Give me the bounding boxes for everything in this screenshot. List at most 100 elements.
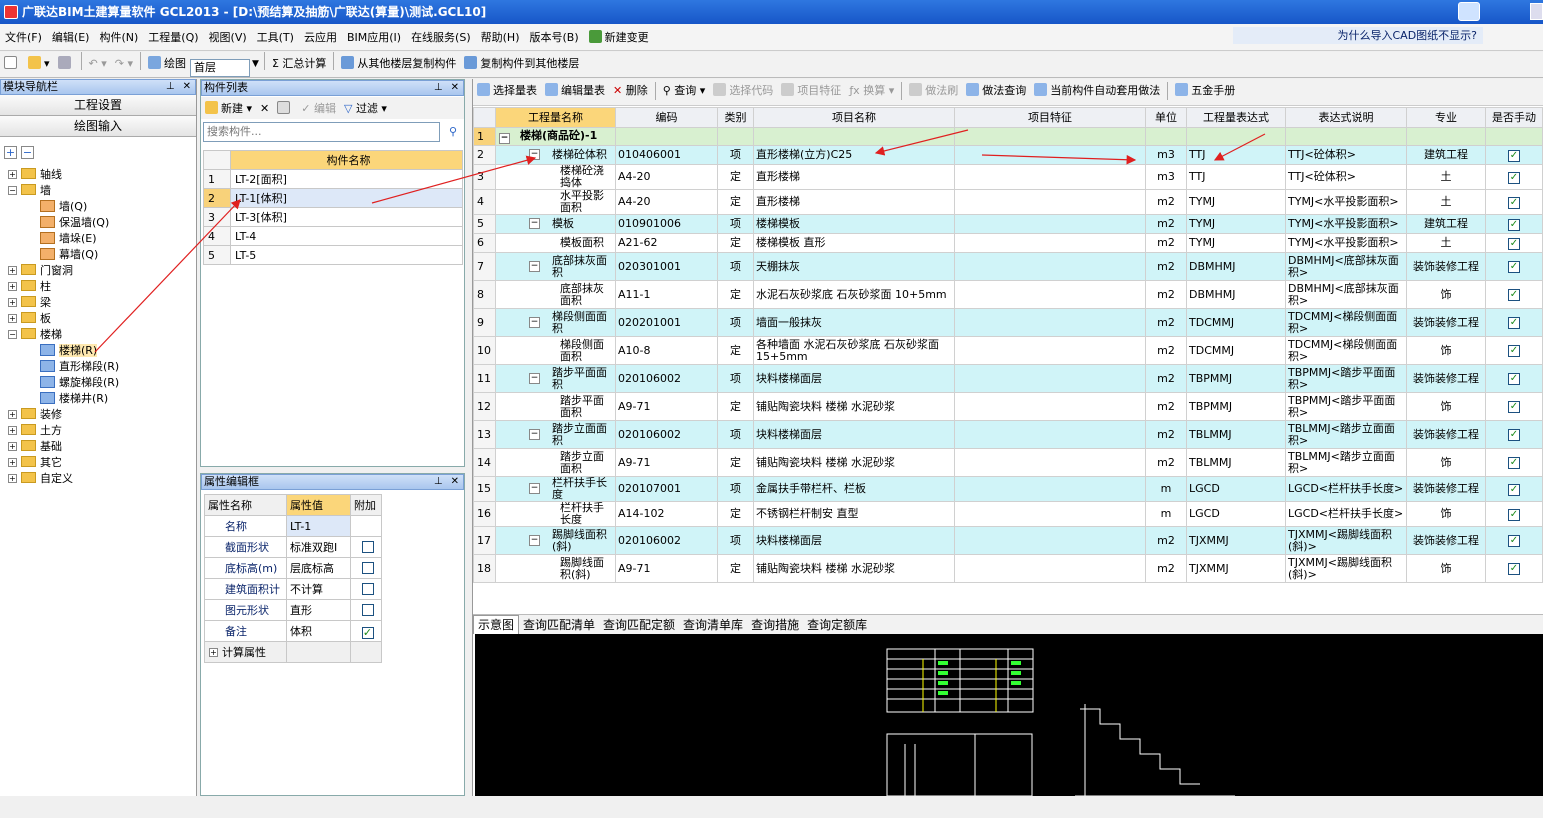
category-cell[interactable]: 项 xyxy=(717,252,754,281)
expression-desc-cell[interactable]: LGCD<栏杆扶手长度> xyxy=(1285,501,1407,527)
item-name-cell[interactable]: 铺贴陶瓷块料 楼梯 水泥砂浆 xyxy=(753,554,955,583)
category-cell[interactable]: 定 xyxy=(717,554,754,583)
code-cell[interactable]: A9-71 xyxy=(615,554,718,583)
component-name-cell[interactable]: LT-3[体积] xyxy=(230,207,463,227)
item-feature-cell[interactable] xyxy=(954,164,1146,190)
code-cell[interactable]: 020107001 xyxy=(615,476,718,502)
component-name-cell[interactable]: LT-2[面积] xyxy=(230,169,463,189)
col-header-major[interactable]: 专业 xyxy=(1406,107,1486,128)
prop-value[interactable]: 直形 xyxy=(286,599,351,621)
item-feature-cell[interactable] xyxy=(954,145,1146,165)
major-cell[interactable]: 饰 xyxy=(1406,554,1486,583)
manual-cell[interactable]: ✓ xyxy=(1485,448,1543,477)
menu-bim[interactable]: BIM应用(I) xyxy=(342,24,406,51)
expression-cell[interactable]: TTJ xyxy=(1186,164,1286,190)
query-button[interactable]: ⚲ 查询 ▾ xyxy=(659,79,710,103)
redo-button[interactable]: ↷ ▾ xyxy=(111,52,137,76)
code-cell[interactable]: 010901006 xyxy=(615,214,718,234)
collapse-icon[interactable]: − xyxy=(529,483,540,494)
copy-component-button[interactable] xyxy=(273,97,297,121)
open-button[interactable]: ▾ xyxy=(24,52,54,76)
code-cell[interactable]: A9-71 xyxy=(615,392,718,421)
collapse-icon[interactable]: − xyxy=(499,132,510,144)
quantity-name-cell[interactable]: − 楼梯(商品砼)-1 xyxy=(495,127,616,146)
unit-cell[interactable]: m xyxy=(1145,501,1187,527)
quantity-name-cell[interactable]: 踏步平面面积 xyxy=(495,392,616,421)
collapse-icon[interactable]: − xyxy=(8,186,17,195)
expression-desc-cell[interactable]: TYMJ<水平投影面积> xyxy=(1285,214,1407,234)
table-row[interactable]: 3 楼梯砼浇捣体 A4-20 定直形楼梯 m3 TTJ TTJ<砼体积> 土 ✓ xyxy=(473,164,1543,190)
close-icon[interactable]: ✕ xyxy=(447,81,463,95)
tree-item[interactable]: 螺旋梯段(R) xyxy=(40,375,119,391)
tree-folder[interactable]: + 其它 xyxy=(8,455,62,471)
category-cell[interactable]: 项 xyxy=(717,364,754,393)
code-cell[interactable]: A4-20 xyxy=(615,164,718,190)
col-header-component-name[interactable]: 构件名称 xyxy=(230,150,463,170)
table-row[interactable]: 9− 梯段侧面面积 020201001 项墙面一般抹灰 m2 TDCMMJ TDCMMJ<梯… xyxy=(473,308,1543,337)
copy-to-floor-button[interactable]: 复制构件到其他楼层 xyxy=(460,52,583,76)
save-button[interactable] xyxy=(54,52,78,76)
expand-icon[interactable]: + xyxy=(8,282,17,291)
manual-cell[interactable]: ✓ xyxy=(1485,189,1543,215)
checkbox-checked[interactable]: ✓ xyxy=(1508,149,1520,162)
expression-desc-cell[interactable]: TJXMMJ<踢脚线面积(斜)> xyxy=(1285,554,1407,583)
item-name-cell[interactable]: 天棚抹灰 xyxy=(753,252,955,281)
prop-value[interactable]: 层底标高 xyxy=(286,557,351,579)
code-cell[interactable]: 020106002 xyxy=(615,420,718,449)
category-cell[interactable]: 定 xyxy=(717,448,754,477)
manual-cell[interactable]: ✓ xyxy=(1485,308,1543,337)
major-cell[interactable]: 饰 xyxy=(1406,336,1486,365)
table-row[interactable]: 5 LT-5 xyxy=(203,245,463,265)
expression-cell[interactable]: TYMJ xyxy=(1186,233,1286,253)
expression-cell[interactable]: TYMJ xyxy=(1186,189,1286,215)
manual-cell[interactable]: ✓ xyxy=(1485,214,1543,234)
checkbox-checked[interactable]: ✓ xyxy=(1508,196,1520,209)
category-cell[interactable]: 定 xyxy=(717,164,754,190)
checkbox-checked[interactable]: ✓ xyxy=(1508,535,1520,547)
major-cell[interactable]: 饰 xyxy=(1406,501,1486,527)
item-feature-cell[interactable] xyxy=(954,526,1146,555)
category-cell[interactable]: 定 xyxy=(717,392,754,421)
quantity-name-cell[interactable]: − 踢脚线面积(斜) xyxy=(495,526,616,555)
prop-value[interactable]: 体积 xyxy=(286,620,351,642)
menu-edit[interactable]: 编辑(E) xyxy=(47,24,95,51)
manual-cell[interactable]: ✓ xyxy=(1485,476,1543,502)
collapse-icon[interactable]: − xyxy=(529,218,540,229)
checkbox[interactable] xyxy=(361,540,374,553)
tree-folder[interactable]: + 柱 xyxy=(8,279,51,295)
code-cell[interactable]: 020106002 xyxy=(615,526,718,555)
prop-value[interactable]: 不计算 xyxy=(286,578,351,600)
minimize-button[interactable] xyxy=(1530,3,1543,20)
quantity-name-cell[interactable]: − 栏杆扶手长度 xyxy=(495,476,616,502)
unit-cell[interactable]: m xyxy=(1145,476,1187,502)
expression-desc-cell[interactable]: TTJ<砼体积> xyxy=(1285,145,1407,165)
manual-cell[interactable]: ✓ xyxy=(1485,554,1543,583)
major-cell[interactable]: 装饰装修工程 xyxy=(1406,420,1486,449)
category-cell[interactable]: 定 xyxy=(717,233,754,253)
major-cell[interactable]: 建筑工程 xyxy=(1406,214,1486,234)
table-row[interactable]: 6 模板面积 A21-62 定楼梯模板 直形 m2 TYMJ TYMJ<水平投影面积> 土 ✓ xyxy=(473,233,1543,253)
unit-cell[interactable]: m2 xyxy=(1145,252,1187,281)
expression-desc-cell[interactable]: LGCD<栏杆扶手长度> xyxy=(1285,476,1407,502)
expression-desc-cell[interactable]: TBPMMJ<踏步平面面积> xyxy=(1285,392,1407,421)
prop-value[interactable]: 标准双跑I xyxy=(286,536,351,558)
checkbox-checked[interactable]: ✓ xyxy=(1508,261,1520,273)
item-name-cell[interactable]: 直形楼梯 xyxy=(753,164,955,190)
table-row[interactable]: 2 LT-1[体积] xyxy=(203,188,463,208)
checkbox-checked[interactable]: ✓ xyxy=(1508,171,1520,184)
expand-icon[interactable]: + xyxy=(8,426,17,435)
expression-cell[interactable]: TBPMMJ xyxy=(1186,392,1286,421)
category-cell[interactable]: 项 xyxy=(717,145,754,165)
quantity-name-cell[interactable]: 踢脚线面积(斜) xyxy=(495,554,616,583)
item-feature-cell[interactable] xyxy=(954,448,1146,477)
collapse-icon[interactable]: − xyxy=(529,260,540,272)
expand-icon[interactable]: + xyxy=(8,314,17,323)
code-cell[interactable]: 020301001 xyxy=(615,252,718,281)
expression-cell[interactable]: TBLMMJ xyxy=(1186,420,1286,449)
item-name-cell[interactable]: 直形楼梯(立方)C25 xyxy=(753,145,955,165)
expand-icon[interactable]: + xyxy=(8,410,17,419)
category-cell[interactable]: 项 xyxy=(717,420,754,449)
copy-from-floor-button[interactable]: 从其他楼层复制构件 xyxy=(337,52,460,76)
manual-cell[interactable]: ✓ xyxy=(1485,526,1543,555)
menu-cloud[interactable]: 云应用 xyxy=(299,24,342,51)
